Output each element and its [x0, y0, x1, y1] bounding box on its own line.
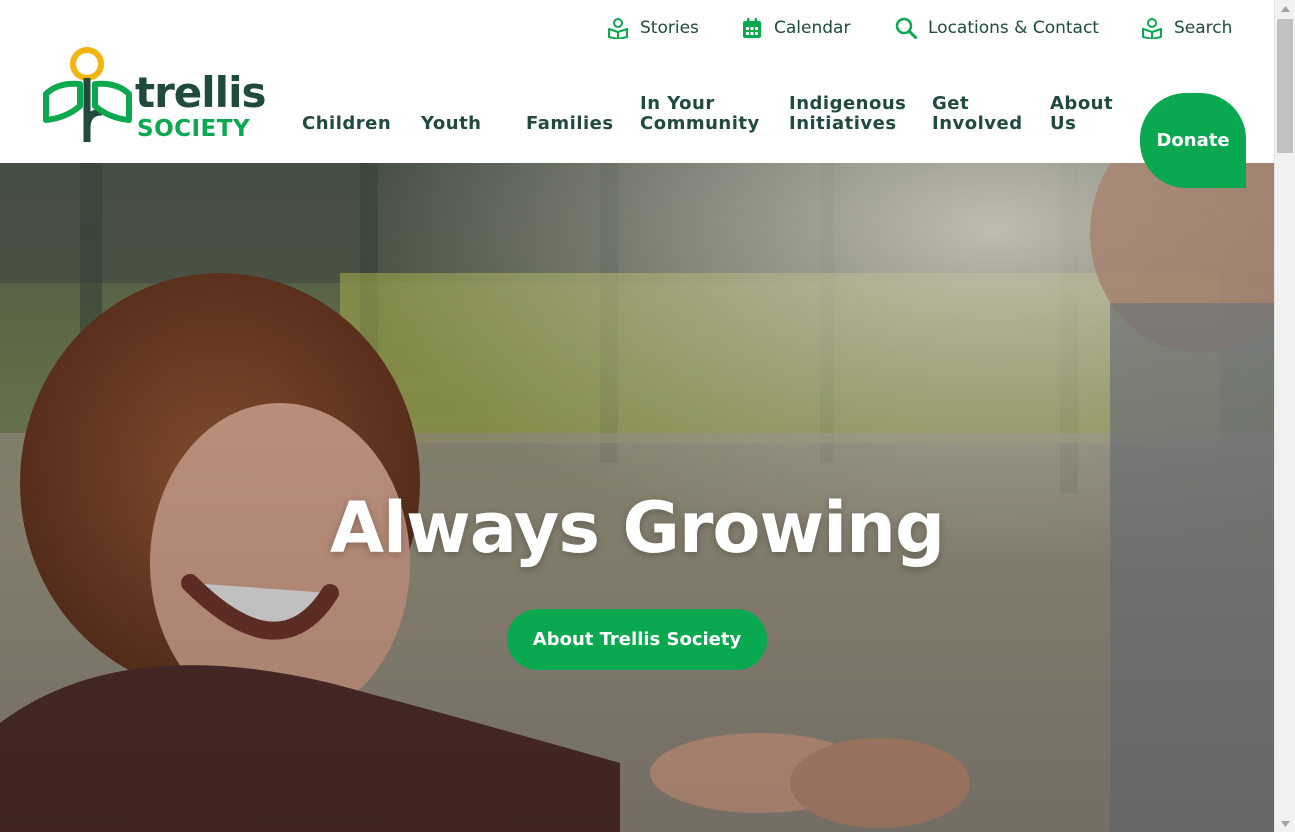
site-logo[interactable]: trellis SOCIETY: [40, 46, 270, 146]
utility-link-calendar[interactable]: Calendar: [740, 14, 850, 42]
nav-item-label-line-1: In Your: [640, 93, 715, 114]
utility-link-label: Locations & Contact: [928, 18, 1099, 38]
scrollbar-thumb[interactable]: [1277, 19, 1293, 153]
nav-item-in-your-community[interactable]: In Your Community: [640, 94, 760, 134]
nav-item-about-us[interactable]: About Us: [1050, 94, 1113, 134]
nav-item-label-line-1: Indigenous: [789, 93, 907, 114]
nav-item-label: Families: [526, 113, 614, 134]
nav-item-youth[interactable]: Youth: [421, 114, 481, 134]
about-trellis-button[interactable]: About Trellis Society: [507, 609, 767, 670]
nav-item-label-line-2: Us: [1050, 113, 1077, 134]
hero-heading: Always Growing: [329, 487, 945, 569]
search-icon: [894, 16, 918, 40]
logo-wordmark-trellis: trellis: [135, 68, 266, 117]
trellis-logo-mark-icon: [43, 47, 132, 142]
hero-section: Always Growing About Trellis Society: [0, 163, 1274, 832]
nav-item-label-line-2: Initiatives: [789, 113, 897, 134]
nav-item-families[interactable]: Families: [526, 114, 614, 134]
scroll-down-arrow-icon[interactable]: [1275, 815, 1295, 832]
book-reader-icon: [1140, 16, 1164, 40]
scroll-up-arrow-icon[interactable]: [1275, 0, 1295, 17]
nav-item-label-line-2: Community: [640, 113, 760, 134]
book-reader-icon: [606, 16, 630, 40]
utility-link-label: Calendar: [774, 18, 851, 38]
utility-link-locations-contact[interactable]: Locations & Contact: [894, 14, 1099, 42]
nav-item-label-line-1: Get: [932, 93, 970, 114]
nav-item-label-line-1: About: [1050, 93, 1114, 114]
page-scrollbar[interactable]: [1274, 0, 1295, 832]
nav-item-get-involved[interactable]: Get Involved: [932, 94, 1023, 134]
utility-link-label: Stories: [640, 18, 699, 38]
calendar-icon: [740, 16, 764, 40]
utility-link-label: Search: [1174, 18, 1233, 38]
nav-item-children[interactable]: Children: [302, 114, 391, 134]
logo-wordmark-society: SOCIETY: [137, 116, 251, 142]
nav-item-label: Youth: [421, 113, 482, 134]
donate-button[interactable]: Donate: [1140, 93, 1246, 188]
nav-item-indigenous-initiatives[interactable]: Indigenous Initiatives: [789, 94, 906, 134]
nav-item-label-line-2: Involved: [932, 113, 1023, 134]
utility-link-search[interactable]: Search: [1140, 14, 1232, 42]
nav-item-label: Children: [302, 113, 392, 134]
utility-link-stories[interactable]: Stories: [606, 14, 699, 42]
